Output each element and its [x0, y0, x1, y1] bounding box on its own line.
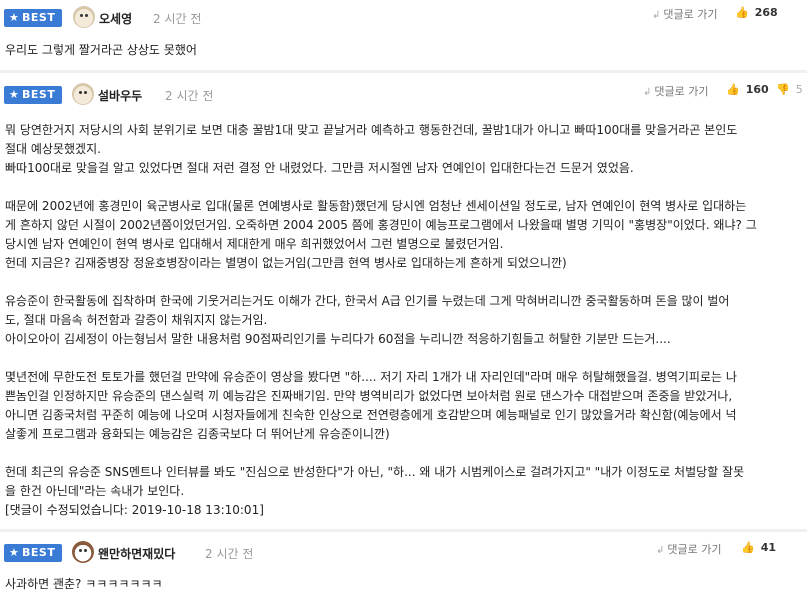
comment-body: 뭐 당연한거지 저당시의 사회 분위기로 보면 대충 꿀밤1대 맞고 끝날거라 … — [5, 121, 757, 520]
comment-line: 을 한건 아닌데"라는 속내가 보인다. — [5, 484, 185, 498]
edited-notice: [댓글이 수정되었습니다: 2019-10-18 13:10:01] — [5, 503, 264, 517]
comment-line: 뭐 당연한거지 저당시의 사회 분위기로 보면 대충 꿀밤1대 맞고 끝날거라 … — [5, 123, 738, 137]
comment-header: ★ BEST 왠만하면재밌다 2 시간 전 ↲ 댓글로 가기 👍 41 — [0, 532, 807, 566]
nickname[interactable]: 오세영 — [99, 10, 132, 27]
dislike-count: 5 — [795, 83, 803, 96]
timestamp: 2 시간 전 — [205, 547, 254, 561]
comment-2: ★ BEST 설바우두 2 시간 전 ↲ 댓글로 가기 👍 160 👎 5 뭐 당연한… — [0, 73, 807, 529]
timestamp: 2 시간 전 — [165, 89, 214, 103]
like-button[interactable]: 👍 268 — [735, 6, 778, 19]
comment-line: 절대 예상못했겠지. — [5, 142, 101, 156]
comment-header: ★ BEST 오세영 2 시간 전 ↲ 댓글로 가기 👍 268 — [0, 0, 807, 34]
comment-line: 살좋게 프로그램과 융화되는 예능감은 김종국보다 더 뛰어난게 유승준이니깐) — [5, 427, 390, 441]
comment-line: 헌데 지금은? 김재중병장 정윤호병장이라는 별명이 없는거임(그만큼 현역 병… — [5, 256, 567, 270]
line-break — [5, 178, 757, 197]
avatar[interactable] — [72, 83, 94, 105]
comment-line: 사과하면 괜춘? ㅋㅋㅋㅋㅋㅋㅋ — [5, 577, 163, 591]
comment-header: ★ BEST 설바우두 2 시간 전 ↲ 댓글로 가기 👍 160 👎 5 — [0, 73, 807, 107]
thumbs-down-icon: 👎 — [776, 83, 790, 96]
like-count: 268 — [754, 6, 778, 19]
like-count: 41 — [760, 541, 777, 554]
star-icon: ★ — [9, 546, 19, 559]
avatar[interactable] — [73, 6, 95, 28]
best-badge: ★ BEST — [4, 544, 62, 562]
line-break — [5, 273, 757, 292]
best-badge: ★ BEST — [4, 9, 62, 27]
line-break — [5, 444, 757, 463]
comment-line: 당시엔 남자 연예인이 현역 병사로 입대해서 제대한게 매우 희귀했었어서 그… — [5, 237, 504, 251]
comment-3: ★ BEST 왠만하면재밌다 2 시간 전 ↲ 댓글로 가기 👍 41 사과하면 괜… — [0, 532, 807, 598]
avatar[interactable] — [72, 541, 94, 563]
comment-line: 때문에 2002년에 홍경민이 육군병사로 입대(물론 연예병사로 활동함)했던… — [5, 199, 747, 213]
best-badge: ★ BEST — [4, 86, 62, 104]
comment-1: ★ BEST 오세영 2 시간 전 ↲ 댓글로 가기 👍 268 우리도 그렇게 짤… — [0, 0, 807, 70]
line-break — [5, 349, 757, 368]
reply-arrow-icon: ↲ — [656, 545, 665, 556]
nickname[interactable]: 왠만하면재밌다 — [98, 545, 175, 562]
thumbs-up-icon: 👍 — [735, 6, 749, 19]
comment-line: 우리도 그렇게 짤거라곤 상상도 못했어 — [5, 43, 197, 57]
like-button[interactable]: 👍 41 — [741, 541, 776, 554]
comment-line: 도, 절대 마음속 허전함과 갈증이 채워지지 않는거임. — [5, 313, 268, 327]
thumbs-up-icon: 👍 — [726, 83, 740, 96]
comment-line: 아니면 김종국처럼 꾸준히 예능에 나오며 시청자들에게 친숙한 인상으로 전연… — [5, 408, 737, 422]
comment-line: 몇년전에 무한도전 토토가를 했던걸 만약에 유승준이 영상을 봤다면 "하..… — [5, 370, 737, 384]
reply-link[interactable]: ↲ 댓글로 가기 — [652, 6, 718, 22]
reply-link[interactable]: ↲ 댓글로 가기 — [656, 541, 722, 557]
reply-link[interactable]: ↲ 댓글로 가기 — [643, 83, 709, 99]
comment-line: 아이오아이 김세정이 아는형님서 말한 내용처럼 90점짜리인기를 누리다가 6… — [5, 332, 671, 346]
comment-line: 헌데 최근의 유승준 SNS멘트나 인터뷰를 봐도 "진심으로 반성한다"가 아… — [5, 465, 745, 479]
timestamp: 2 시간 전 — [153, 12, 202, 26]
dislike-button[interactable]: 👎 5 — [776, 83, 803, 96]
comment-line: 게 흔하지 않던 시절이 2002년쯤이었던거임. 오죽하면 2004 2005… — [5, 218, 757, 232]
comment-body: 사과하면 괜춘? ㅋㅋㅋㅋㅋㅋㅋ — [5, 575, 163, 594]
comment-line: 쁜놈인걸 인정하지만 유승준의 댄스실력 끼 예능감은 진짜배기임. 만약 병역… — [5, 389, 733, 403]
comment-line: 빠따100대로 맞을걸 알고 있었다면 절대 저런 결정 안 내렸었다. 그만큼… — [5, 161, 634, 175]
comment-line: 유승준이 한국활동에 집착하며 한국에 기웃거리는거도 이해가 간다, 한국서 … — [5, 294, 730, 308]
nickname[interactable]: 설바우두 — [98, 87, 142, 104]
reply-arrow-icon: ↲ — [643, 87, 652, 98]
like-count: 160 — [745, 83, 769, 96]
comment-body: 우리도 그렇게 짤거라곤 상상도 못했어 — [5, 41, 197, 60]
star-icon: ★ — [9, 88, 19, 101]
reply-arrow-icon: ↲ — [652, 10, 661, 21]
thumbs-up-icon: 👍 — [741, 541, 755, 554]
like-button[interactable]: 👍 160 — [726, 83, 769, 96]
star-icon: ★ — [9, 11, 19, 24]
